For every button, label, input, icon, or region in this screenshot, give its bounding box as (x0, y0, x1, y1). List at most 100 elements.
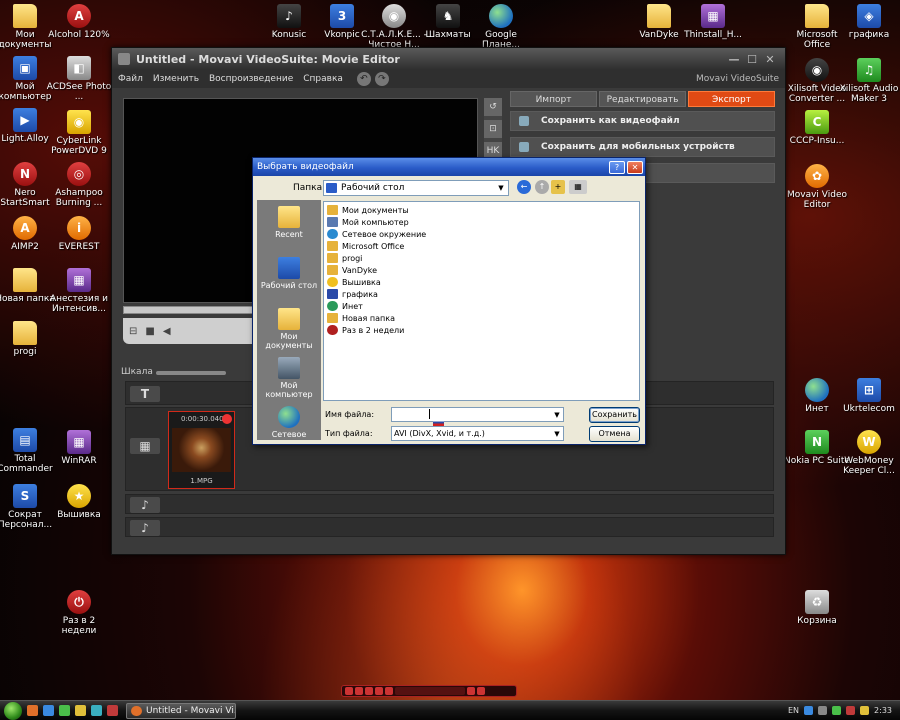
cancel-button[interactable]: Отмена (589, 426, 640, 442)
desktop-icon[interactable]: ◈ графика (836, 4, 900, 40)
desktop-icon[interactable]: ♻ Корзина (784, 590, 850, 626)
stop-icon[interactable]: ■ (145, 326, 154, 337)
list-item[interactable]: Вышивка (327, 276, 636, 288)
place-network[interactable]: Сетевое (257, 406, 321, 439)
media-button[interactable] (375, 687, 383, 695)
chevron-down-icon[interactable]: ▼ (551, 411, 563, 419)
desktop-icon[interactable]: A Alcohol 120% (46, 4, 112, 40)
menu-help[interactable]: Справка (303, 74, 343, 84)
desktop-icon[interactable]: ▦ WinRAR (46, 430, 112, 466)
maximize-button[interactable]: ☐ (743, 53, 761, 66)
language-indicator[interactable]: EN (788, 706, 799, 715)
list-item[interactable]: графика (327, 288, 636, 300)
crop-icon[interactable]: ⊡ (484, 120, 502, 138)
file-list[interactable]: Мои документы Мой компьютер Сетевое окру… (323, 201, 640, 401)
list-item[interactable]: Инет (327, 300, 636, 312)
back-icon[interactable]: ← (517, 180, 531, 194)
media-button[interactable] (477, 687, 485, 695)
undo-icon[interactable]: ↶ (356, 72, 371, 86)
quick-launch-icon[interactable] (27, 705, 38, 716)
tray-icon[interactable] (832, 706, 842, 715)
list-item[interactable]: Мой компьютер (327, 216, 636, 228)
desktop-icon[interactable]: Google Плане... (468, 4, 534, 50)
quick-launch-icon[interactable] (107, 705, 118, 716)
rotate-icon[interactable]: ↺ (484, 98, 502, 116)
save-button[interactable]: Сохранить (589, 407, 640, 423)
tab-import[interactable]: Импорт (510, 91, 597, 107)
place-my-documents[interactable]: Мои документы (257, 308, 321, 350)
quick-launch-icon[interactable] (75, 705, 86, 716)
scale-slider[interactable] (156, 371, 226, 375)
media-button[interactable] (467, 687, 475, 695)
desktop-icon[interactable]: ⏻ Раз в 2 недели (46, 590, 112, 636)
timeline-clip[interactable]: 0:00:30.040 1.MPG (168, 411, 235, 489)
place-my-computer[interactable]: Мой компьютер (257, 357, 321, 399)
tray-icon[interactable] (860, 706, 870, 715)
quick-launch-icon[interactable] (43, 705, 54, 716)
filetype-select[interactable]: AVI (DivX, Xvid, и т.д.) ▼ (391, 426, 564, 441)
list-item[interactable]: Раз в 2 недели (327, 324, 636, 336)
dialog-titlebar[interactable]: Выбрать видеофайл ? ✕ (253, 158, 645, 176)
start-button[interactable] (4, 701, 22, 720)
movavi-titlebar[interactable]: Untitled - Movavi VideoSuite: Movie Edit… (112, 48, 785, 70)
media-button[interactable] (385, 687, 393, 695)
tray-icon[interactable] (846, 706, 856, 715)
tray-icon[interactable] (818, 706, 828, 715)
tab-edit[interactable]: Редактировать (599, 91, 686, 107)
quick-launch-icon[interactable] (59, 705, 70, 716)
audio-track-2[interactable]: ♪ (125, 517, 774, 537)
menu-edit[interactable]: Изменить (153, 74, 199, 84)
list-item[interactable]: Новая папка (327, 312, 636, 324)
desktop-icon[interactable]: C CCCP-Insu... (784, 110, 850, 146)
media-button[interactable] (345, 687, 353, 695)
desktop-icon[interactable]: ◧ ACDSee Photo ... (46, 56, 112, 102)
menu-playback[interactable]: Воспроизведение (209, 74, 293, 84)
close-button[interactable]: ✕ (761, 53, 779, 66)
movavi-app-icon (118, 53, 130, 65)
desktop-icon[interactable]: ◎ Ashampoo Burning ... (46, 162, 112, 208)
first-frame-icon[interactable]: ⊟ (129, 326, 137, 337)
tray-icon[interactable] (804, 706, 814, 715)
place-recent[interactable]: Recent (257, 206, 321, 239)
list-item[interactable]: progi (327, 252, 636, 264)
audio-track-1[interactable]: ♪ (125, 494, 774, 514)
clock[interactable]: 2:33 (874, 706, 892, 715)
list-item[interactable]: Мои документы (327, 204, 636, 216)
look-in-label: Папка: (293, 183, 326, 193)
desktop-icon[interactable]: W WebMoney Keeper Cl... (836, 430, 900, 476)
desktop-icon[interactable]: ♫ Xilisoft Audio Maker 3 (836, 58, 900, 104)
up-folder-icon[interactable]: ↑ (535, 180, 549, 194)
save-for-mobile-button[interactable]: Сохранить для мобильных устройств (510, 137, 775, 157)
new-folder-icon[interactable]: + (551, 180, 565, 194)
minimize-button[interactable]: — (725, 53, 743, 66)
quick-launch-icon[interactable] (91, 705, 102, 716)
taskbar-button-movavi[interactable]: Untitled - Movavi Vi... (126, 702, 236, 719)
media-button[interactable] (355, 687, 363, 695)
tab-export[interactable]: Экспорт (688, 91, 775, 107)
desktop-icon[interactable]: ▦ Thinstall_H... (680, 4, 746, 40)
chevron-down-icon[interactable]: ▼ (551, 430, 563, 438)
help-button[interactable]: ? (609, 160, 625, 174)
rewind-icon[interactable]: ◀ (163, 326, 171, 337)
desktop-icon (278, 257, 300, 279)
winrar-icon: ▦ (67, 430, 91, 454)
place-desktop[interactable]: Рабочий стол (257, 257, 321, 290)
desktop-icon[interactable]: i EVEREST (46, 216, 112, 252)
filename-input[interactable]: ▼ (391, 407, 564, 422)
redo-icon[interactable]: ↷ (374, 72, 389, 86)
list-item[interactable]: Сетевое окружение (327, 228, 636, 240)
save-as-video-button[interactable]: Сохранить как видеофайл (510, 111, 775, 131)
dialog-close-button[interactable]: ✕ (627, 160, 643, 174)
view-menu-icon[interactable]: ▦ (569, 180, 587, 194)
desktop-icon[interactable]: ⊞ Ukrtelecom (836, 378, 900, 414)
desktop-icon[interactable]: ◉ CyberLink PowerDVD 9 (46, 110, 112, 156)
desktop-icon[interactable]: ▦ Анестезия и Интенсив... (46, 268, 112, 314)
desktop-icon[interactable]: ✿ Movavi Video Editor (784, 164, 850, 210)
menu-file[interactable]: Файл (118, 74, 143, 84)
desktop-icon[interactable]: ★ Вышивка (46, 484, 112, 520)
list-item[interactable]: VanDyke (327, 264, 636, 276)
list-item[interactable]: Microsoft Office (327, 240, 636, 252)
look-in-combo[interactable]: Рабочий стол ▼ (323, 180, 509, 196)
desktop-icon[interactable]: progi (0, 321, 58, 357)
media-button[interactable] (365, 687, 373, 695)
